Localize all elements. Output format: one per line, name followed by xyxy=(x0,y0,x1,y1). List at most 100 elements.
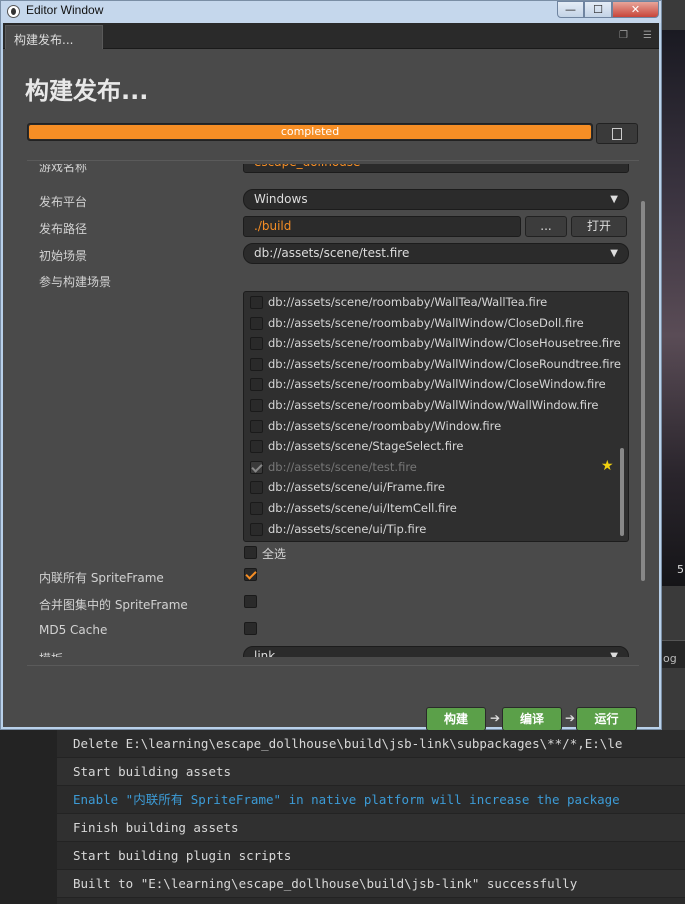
scene-path: db://assets/scene/StageSelect.fire xyxy=(268,439,464,454)
scene-path: db://assets/scene/roombaby/WallWindow/Cl… xyxy=(268,356,621,371)
divider xyxy=(27,160,639,161)
progress-text: completed xyxy=(280,125,340,138)
path-input[interactable]: ./build xyxy=(243,216,521,237)
arrow-right-icon: ➔ xyxy=(490,711,501,725)
console-left-strip xyxy=(0,730,57,904)
inline-sprite-label: 内联所有 SpriteFrame xyxy=(39,571,164,585)
scene-path: db://assets/scene/ui/Tip.fire xyxy=(268,521,427,536)
scene-checkbox[interactable] xyxy=(250,502,263,515)
arrow-right-icon: ➔ xyxy=(565,711,576,725)
compile-button[interactable]: 编译 xyxy=(502,707,562,731)
start-scene-select[interactable]: db://assets/scene/test.fire ▼ xyxy=(243,243,629,264)
path-label: 发布路径 xyxy=(39,222,88,236)
scene-path: db://assets/scene/roombaby/WallWindow/Cl… xyxy=(268,315,584,330)
build-button[interactable]: 构建 xyxy=(426,707,486,731)
inline-sprite-checkbox[interactable] xyxy=(244,568,257,581)
scene-list-item[interactable]: db://assets/scene/roombaby/WallWindow/Cl… xyxy=(244,375,624,396)
scene-list-item[interactable]: db://assets/scene/StageSelect.fire xyxy=(244,437,624,458)
chevron-down-icon: ▼ xyxy=(610,248,618,259)
scene-preview-image xyxy=(662,30,685,586)
game-name-input[interactable]: escape_dollhouse xyxy=(243,164,629,173)
merge-sprite-label: 合并图集中的 SpriteFrame xyxy=(39,598,188,612)
scene-list-item[interactable]: db://assets/scene/test.fire ★ xyxy=(244,458,624,479)
start-scene-star-icon: ★ xyxy=(601,457,614,474)
md5-cache-checkbox[interactable] xyxy=(244,622,257,635)
template-select[interactable]: link ▼ xyxy=(243,646,629,657)
page-title: 构建发布... xyxy=(25,77,149,105)
app-logo-icon xyxy=(7,5,20,18)
platform-label: 发布平台 xyxy=(39,195,88,209)
build-settings-form: 游戏名称 escape_dollhouse 发布平台 Windows ▼ 发布路… xyxy=(25,164,639,657)
log-toolbar-label: og xyxy=(663,652,677,665)
tab-build[interactable]: 构建发布... xyxy=(5,25,103,49)
select-all-checkbox[interactable] xyxy=(244,546,257,559)
scene-path: db://assets/scene/roombaby/WallWindow/Wa… xyxy=(268,398,599,412)
scene-list-item[interactable]: db://assets/scene/roombaby/Window.fire xyxy=(244,417,624,438)
window-title: Editor Window xyxy=(26,3,104,17)
scene-path: db://assets/scene/roombaby/Window.fire xyxy=(268,418,502,433)
scene-checkbox[interactable] xyxy=(250,378,263,392)
scene-list-item[interactable]: db://assets/scene/roombaby/WallWindow/Cl… xyxy=(244,334,624,355)
scene-checkbox[interactable] xyxy=(250,419,263,433)
divider xyxy=(27,665,639,666)
console-log: Delete E:\learning\escape_dollhouse\buil… xyxy=(57,730,685,904)
game-name-label: 游戏名称 xyxy=(39,164,88,174)
scene-checkbox[interactable] xyxy=(250,357,263,371)
open-log-button[interactable] xyxy=(596,123,638,144)
select-all-label: 全选 xyxy=(262,547,287,561)
platform-value: Windows xyxy=(254,192,308,206)
scene-path: db://assets/scene/roombaby/WallWindow/Cl… xyxy=(268,336,621,351)
chevron-down-icon: ▼ xyxy=(610,194,618,205)
maximize-button[interactable]: ☐ xyxy=(584,1,612,18)
scene-path: db://assets/scene/ui/Frame.fire xyxy=(268,480,445,495)
scene-list-item[interactable]: db://assets/scene/ui/ItemCell.fire xyxy=(244,499,624,520)
scene-checkbox[interactable] xyxy=(250,440,263,454)
template-label: 模板 xyxy=(39,650,63,657)
md5-cache-label: MD5 Cache xyxy=(39,623,108,637)
scene-list-item[interactable]: db://assets/scene/roombaby/WallWindow/Cl… xyxy=(244,355,624,376)
scene-list-item[interactable]: db://assets/scene/roombaby/WallWindow/Wa… xyxy=(244,396,624,417)
browse-button[interactable]: ... xyxy=(525,216,567,237)
scene-path: db://assets/scene/test.fire xyxy=(268,459,417,474)
window-client: 构建发布... ❐ ☰ 构建发布... completed 游戏名称 escap… xyxy=(3,23,659,731)
menu-icon[interactable]: ☰ xyxy=(643,30,652,41)
scene-list-scrollbar[interactable] xyxy=(620,448,624,536)
tab-bar: 构建发布... ❐ ☰ xyxy=(3,23,659,49)
start-scene-label: 初始场景 xyxy=(39,249,88,263)
start-scene-value: db://assets/scene/test.fire xyxy=(254,246,410,260)
log-line: Start building assets xyxy=(57,758,685,786)
window-titlebar[interactable]: Editor Window — ☐ ✕ xyxy=(1,1,661,23)
scene-list-item[interactable]: db://assets/scene/roombaby/WallTea/WallT… xyxy=(244,293,624,314)
scene-checkbox[interactable] xyxy=(250,316,263,330)
template-value: link xyxy=(254,649,276,657)
chevron-down-icon: ▼ xyxy=(610,651,618,657)
scene-list-item[interactable]: db://assets/scene/ui/Tip.fire xyxy=(244,520,624,541)
log-line: Built to "E:\learning\escape_dollhouse\b… xyxy=(57,870,685,898)
scene-checkbox[interactable] xyxy=(250,481,263,495)
popout-icon[interactable]: ❐ xyxy=(619,30,628,41)
scene-preview-label: 5 xyxy=(677,563,684,576)
scene-list[interactable]: db://assets/scene/roombaby/WallTea/WallT… xyxy=(243,291,629,542)
scene-list-item[interactable]: db://assets/scene/roombaby/WallWindow/Cl… xyxy=(244,314,624,335)
scene-checkbox[interactable] xyxy=(250,296,263,309)
scene-path: db://assets/scene/ui/ItemCell.fire xyxy=(268,501,457,515)
scene-checkbox[interactable] xyxy=(250,399,263,412)
scene-checkbox[interactable] xyxy=(250,460,263,474)
editor-window: Editor Window — ☐ ✕ 构建发布... ❐ ☰ 构建发布... … xyxy=(0,0,662,731)
form-scrollbar[interactable] xyxy=(641,201,645,581)
platform-select[interactable]: Windows ▼ xyxy=(243,189,629,210)
scene-checkbox[interactable] xyxy=(250,337,263,351)
build-progress-bar: completed xyxy=(27,123,593,141)
scene-checkbox[interactable] xyxy=(250,522,263,536)
scene-path: db://assets/scene/roombaby/WallTea/WallT… xyxy=(268,295,548,309)
log-line: Finish building assets xyxy=(57,814,685,842)
minimize-button[interactable]: — xyxy=(557,1,584,18)
merge-sprite-checkbox[interactable] xyxy=(244,595,257,608)
run-button[interactable]: 运行 xyxy=(576,707,637,731)
scenes-label: 参与构建场景 xyxy=(39,275,112,289)
scene-list-item[interactable]: db://assets/scene/ui/Frame.fire xyxy=(244,478,624,499)
log-line: Enable "内联所有 SpriteFrame" in native plat… xyxy=(57,786,685,814)
open-folder-button[interactable]: 打开 xyxy=(571,216,627,237)
log-line: Delete E:\learning\escape_dollhouse\buil… xyxy=(57,730,685,758)
close-button[interactable]: ✕ xyxy=(612,1,659,18)
